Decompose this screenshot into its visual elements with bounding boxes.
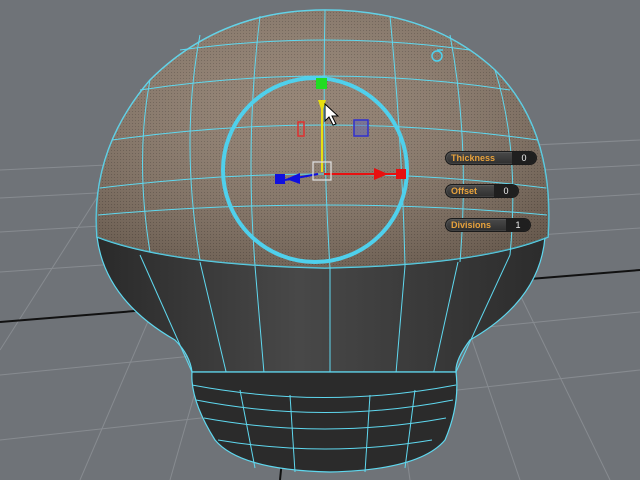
z-axis-handle[interactable] bbox=[275, 174, 285, 184]
offset-value[interactable]: 0 bbox=[494, 185, 518, 197]
thickness-field[interactable]: Thickness 0 bbox=[445, 151, 537, 165]
thickness-value[interactable]: 0 bbox=[512, 152, 536, 164]
offset-field[interactable]: Offset 0 bbox=[445, 184, 519, 198]
divisions-value[interactable]: 1 bbox=[506, 219, 530, 231]
divisions-label: Divisions bbox=[451, 220, 492, 230]
center-handle-green[interactable] bbox=[316, 78, 327, 89]
x-axis-handle[interactable] bbox=[396, 169, 406, 179]
divisions-field[interactable]: Divisions 1 bbox=[445, 218, 531, 232]
thickness-label: Thickness bbox=[451, 153, 496, 163]
3d-viewport[interactable] bbox=[0, 0, 640, 480]
offset-label: Offset bbox=[451, 186, 478, 196]
yz-plane-handle[interactable] bbox=[353, 119, 369, 137]
